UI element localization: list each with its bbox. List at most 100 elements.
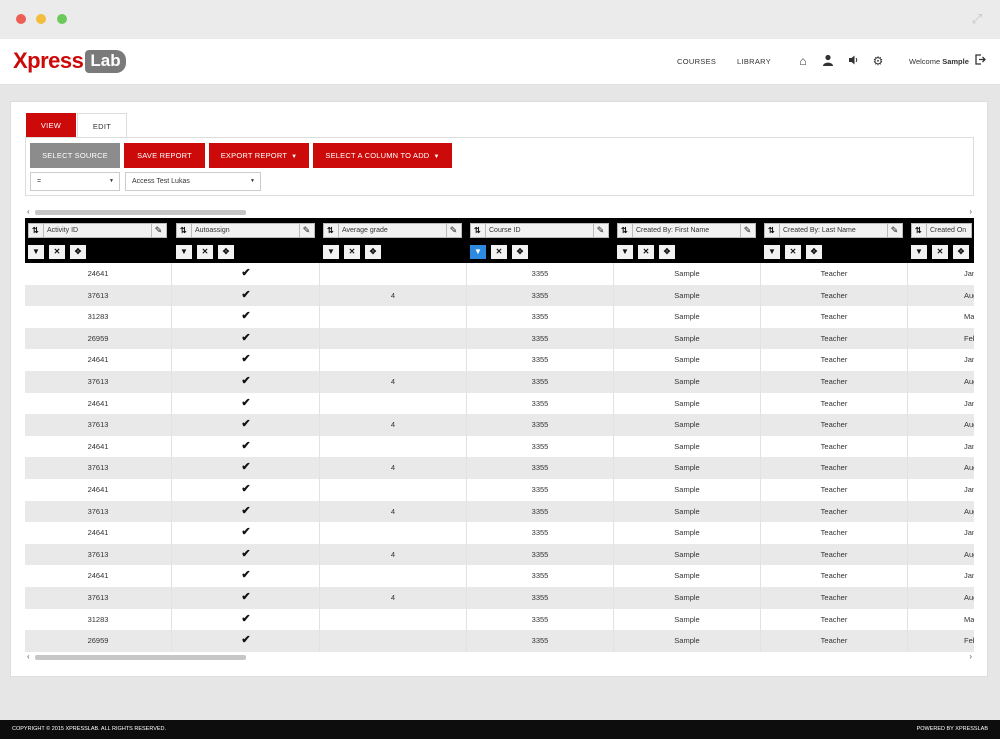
- cell-created-on: Aug: [964, 593, 974, 602]
- source-select[interactable]: Access Test Lukas ▼: [125, 172, 261, 191]
- table-row[interactable]: 37613✔43355SampleTeacher Aug: [25, 587, 974, 609]
- cell-activity-id: 37613: [25, 543, 172, 566]
- table-row[interactable]: 37613✔43355SampleTeacher Aug: [25, 371, 974, 393]
- scroll-left-icon[interactable]: ‹: [27, 652, 30, 661]
- cell-autoassign: ✔: [173, 349, 320, 371]
- cell-last-name: Teacher: [761, 327, 908, 350]
- xpresslab-logo[interactable]: Xpress Lab: [13, 48, 126, 74]
- table-row[interactable]: 26959✔ 3355SampleTeacher Feb: [25, 327, 974, 350]
- cell-autoassign: ✔: [173, 543, 320, 566]
- sort-icon[interactable]: ⇅: [327, 224, 339, 237]
- move-column-icon[interactable]: ✥: [70, 245, 86, 259]
- move-column-icon[interactable]: ✥: [953, 245, 969, 259]
- operator-select[interactable]: = ▼: [30, 172, 120, 191]
- welcome-message: Welcome Sample: [909, 57, 969, 66]
- move-column-icon[interactable]: ✥: [512, 245, 528, 259]
- edit-column-icon[interactable]: ✎: [151, 224, 165, 237]
- table-row[interactable]: 24641✔ 3355SampleTeacher Jan: [25, 435, 974, 458]
- remove-column-icon[interactable]: ✕: [49, 245, 65, 259]
- move-column-icon[interactable]: ✥: [218, 245, 234, 259]
- filter-icon[interactable]: ▼: [617, 245, 633, 259]
- cell-autoassign: ✔: [173, 500, 320, 523]
- filter-icon[interactable]: ▼: [470, 245, 486, 259]
- table-row[interactable]: 24641✔ 3355SampleTeacher Jan: [25, 349, 974, 371]
- select-column-button[interactable]: SELECT A COLUMN TO ADD ▼: [313, 143, 452, 168]
- logo-badge: Lab: [85, 49, 126, 73]
- sort-icon[interactable]: ⇅: [768, 224, 780, 237]
- export-report-button[interactable]: EXPORT REPORT ▼: [209, 143, 309, 168]
- scroll-thumb[interactable]: [35, 655, 246, 660]
- move-column-icon[interactable]: ✥: [659, 245, 675, 259]
- table-row[interactable]: 26959✔ 3355SampleTeacher Feb: [25, 630, 974, 652]
- sort-icon[interactable]: ⇅: [180, 224, 192, 237]
- remove-column-icon[interactable]: ✕: [197, 245, 213, 259]
- select-source-button[interactable]: SELECT SOURCE: [30, 143, 120, 168]
- fullscreen-icon[interactable]: ⤢: [970, 12, 984, 26]
- save-report-button[interactable]: SAVE REPORT: [124, 143, 205, 168]
- table-row[interactable]: 24641✔ 3355SampleTeacher Jan: [25, 392, 974, 415]
- cell-first-name: Sample: [614, 306, 761, 328]
- move-column-icon[interactable]: ✥: [365, 245, 381, 259]
- grid-horizontal-scrollbar-bottom[interactable]: ‹ ›: [25, 652, 974, 662]
- gear-icon[interactable]: ⚙: [871, 54, 885, 68]
- grid-horizontal-scrollbar-top[interactable]: ‹ ›: [25, 207, 974, 217]
- welcome-username: Sample: [942, 57, 969, 66]
- cell-created-on: Jan: [964, 269, 974, 278]
- scroll-left-icon[interactable]: ‹: [27, 207, 30, 216]
- speaker-icon[interactable]: [846, 54, 860, 68]
- sort-icon[interactable]: ⇅: [621, 224, 633, 237]
- sort-icon[interactable]: ⇅: [474, 224, 486, 237]
- cell-last-name: Teacher: [761, 435, 908, 458]
- table-row[interactable]: 24641✔ 3355SampleTeacher Jan: [25, 522, 974, 544]
- scroll-right-icon[interactable]: ›: [969, 207, 972, 216]
- remove-column-icon[interactable]: ✕: [638, 245, 654, 259]
- table-row[interactable]: 24641✔ 3355SampleTeacher Jan: [25, 565, 974, 587]
- cell-autoassign: ✔: [173, 392, 320, 415]
- table-row[interactable]: 37613✔43355SampleTeacher Aug: [25, 457, 974, 479]
- filter-icon[interactable]: ▼: [911, 245, 927, 259]
- minimize-window-button[interactable]: [36, 14, 46, 24]
- table-row[interactable]: 24641✔ 3355SampleTeacher Jan: [25, 479, 974, 501]
- table-row[interactable]: 31283✔ 3355SampleTeacher Mar: [25, 306, 974, 328]
- remove-column-icon[interactable]: ✕: [491, 245, 507, 259]
- cell-created-on: Jan: [964, 441, 974, 451]
- logout-icon[interactable]: [975, 54, 986, 68]
- edit-column-icon[interactable]: ✎: [740, 224, 754, 237]
- zoom-window-button[interactable]: [57, 14, 67, 24]
- filter-icon[interactable]: ▼: [764, 245, 780, 259]
- cell-activity-id: 24641: [25, 392, 172, 415]
- nav-courses-link[interactable]: COURSES: [677, 57, 716, 66]
- cell-created-on: Jan: [964, 528, 974, 538]
- move-column-icon[interactable]: ✥: [806, 245, 822, 259]
- table-row[interactable]: 24641✔ 3355SampleTeacher Jan: [25, 263, 974, 285]
- table-row[interactable]: 37613✔43355SampleTeacher Aug: [25, 414, 974, 436]
- cell-average-grade: 4: [320, 587, 467, 609]
- filter-icon[interactable]: ▼: [323, 245, 339, 259]
- close-window-button[interactable]: [16, 14, 26, 24]
- cell-average-grade: [320, 349, 467, 371]
- table-row[interactable]: 37613✔43355SampleTeacher Aug: [25, 284, 974, 307]
- export-report-label: EXPORT REPORT: [220, 151, 288, 160]
- remove-column-icon[interactable]: ✕: [785, 245, 801, 259]
- tab-edit[interactable]: EDIT: [77, 113, 127, 138]
- user-icon[interactable]: [821, 54, 835, 68]
- edit-column-icon[interactable]: ✎: [446, 224, 460, 237]
- remove-column-icon[interactable]: ✕: [932, 245, 948, 259]
- edit-column-icon[interactable]: ✎: [593, 224, 607, 237]
- table-row[interactable]: 31283✔ 3355SampleTeacher Mar: [25, 608, 974, 631]
- edit-column-icon[interactable]: ✎: [887, 224, 901, 237]
- edit-column-icon[interactable]: ✎: [299, 224, 313, 237]
- scroll-right-icon[interactable]: ›: [969, 652, 972, 661]
- sort-icon[interactable]: ⇅: [915, 224, 927, 237]
- table-row[interactable]: 37613✔43355SampleTeacher Aug: [25, 500, 974, 523]
- cell-course-id: 3355: [467, 306, 614, 328]
- table-row[interactable]: 37613✔43355SampleTeacher Aug: [25, 543, 974, 566]
- filter-icon[interactable]: ▼: [28, 245, 44, 259]
- nav-library-link[interactable]: LIBRARY: [737, 57, 771, 66]
- remove-column-icon[interactable]: ✕: [344, 245, 360, 259]
- filter-icon[interactable]: ▼: [176, 245, 192, 259]
- scroll-thumb[interactable]: [35, 210, 246, 215]
- sort-icon[interactable]: ⇅: [32, 224, 44, 237]
- tab-view[interactable]: VIEW: [26, 113, 76, 138]
- home-icon[interactable]: ⌂: [796, 54, 810, 68]
